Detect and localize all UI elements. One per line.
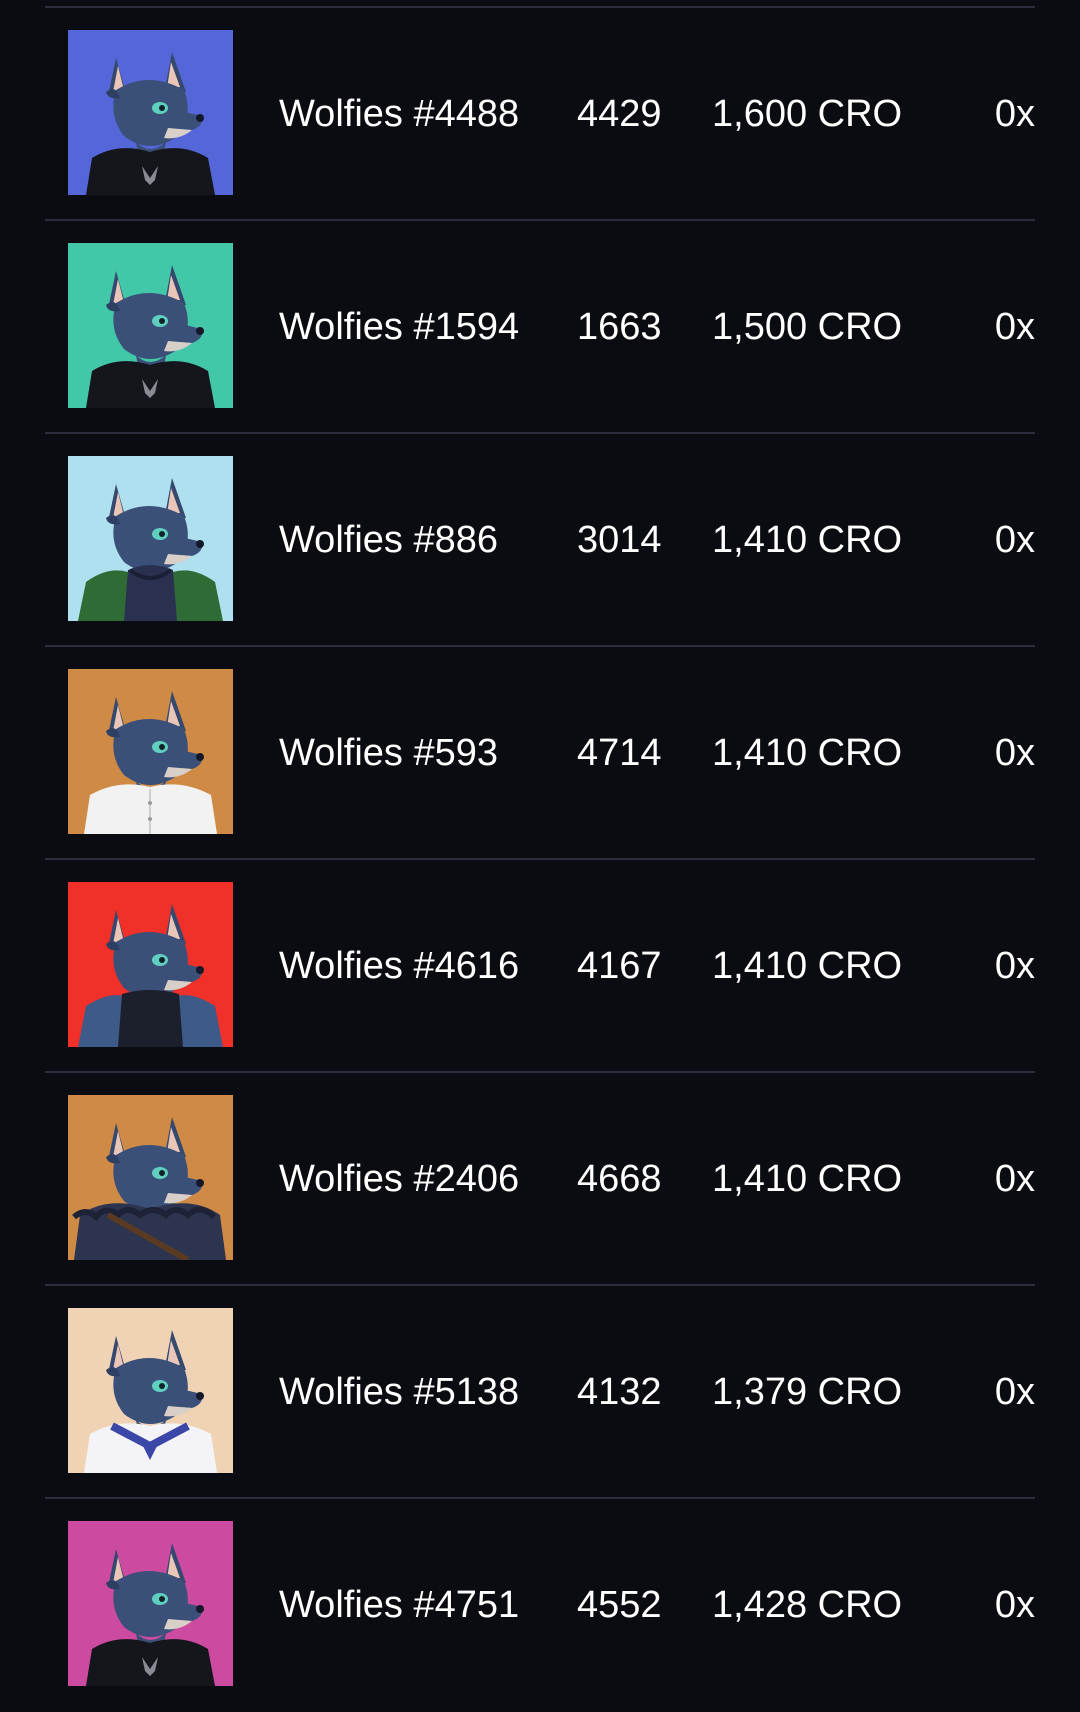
listing-row[interactable]: Wolfies #593 4714 1,410 CRO 0x bbox=[45, 647, 1035, 860]
seller-address[interactable]: 0x bbox=[995, 518, 1035, 562]
nft-name: Wolfies #1594 bbox=[279, 306, 520, 348]
seller-address[interactable]: 0x bbox=[995, 944, 1035, 988]
nft-thumbnail[interactable] bbox=[68, 1521, 233, 1686]
listing-row[interactable]: Wolfies #1594 1663 1,500 CRO 0x bbox=[45, 221, 1035, 434]
nft-thumbnail[interactable] bbox=[68, 456, 233, 621]
listing-row[interactable]: Wolfies #886 3014 1,410 CRO 0x bbox=[45, 434, 1035, 647]
nft-rank: 4714 bbox=[577, 732, 662, 774]
seller-address[interactable]: 0x bbox=[995, 92, 1035, 136]
nft-rank: 4552 bbox=[577, 1584, 662, 1626]
nft-thumbnail[interactable] bbox=[68, 669, 233, 834]
nft-thumbnail[interactable] bbox=[68, 1308, 233, 1473]
listing-row[interactable]: Wolfies #2406 4668 1,410 CRO 0x bbox=[45, 1073, 1035, 1286]
listing-row[interactable]: Wolfies #5138 4132 1,379 CRO 0x bbox=[45, 1286, 1035, 1499]
nft-rank: 4132 bbox=[577, 1371, 662, 1413]
nft-thumbnail[interactable] bbox=[68, 243, 233, 408]
nft-thumbnail[interactable] bbox=[68, 1095, 233, 1260]
nft-name: Wolfies #4751 bbox=[279, 1584, 520, 1626]
nft-rank: 3014 bbox=[577, 519, 662, 561]
nft-name: Wolfies #593 bbox=[279, 732, 498, 774]
seller-address[interactable]: 0x bbox=[995, 1370, 1035, 1414]
nft-name: Wolfies #4488 bbox=[279, 93, 520, 135]
nft-price: 1,410 CRO bbox=[712, 945, 903, 987]
nft-rank: 4167 bbox=[577, 945, 662, 987]
nft-rank: 4668 bbox=[577, 1158, 662, 1200]
nft-name: Wolfies #5138 bbox=[279, 1371, 520, 1413]
nft-thumbnail[interactable] bbox=[68, 30, 233, 195]
seller-address[interactable]: 0x bbox=[995, 731, 1035, 775]
nft-listing-list: Wolfies #4488 4429 1,600 CRO 0x Wolfies … bbox=[0, 0, 1080, 1705]
nft-thumbnail[interactable] bbox=[68, 882, 233, 1047]
nft-price: 1,410 CRO bbox=[712, 1158, 903, 1200]
listing-row[interactable]: Wolfies #4751 4552 1,428 CRO 0x bbox=[45, 1499, 1035, 1712]
nft-price: 1,410 CRO bbox=[712, 519, 903, 561]
nft-price: 1,379 CRO bbox=[712, 1371, 903, 1413]
listing-row[interactable]: Wolfies #4616 4167 1,410 CRO 0x bbox=[45, 860, 1035, 1073]
nft-name: Wolfies #886 bbox=[279, 519, 498, 561]
nft-name: Wolfies #4616 bbox=[279, 945, 520, 987]
seller-address[interactable]: 0x bbox=[995, 1157, 1035, 1201]
nft-rank: 4429 bbox=[577, 93, 662, 135]
nft-name: Wolfies #2406 bbox=[279, 1158, 520, 1200]
nft-price: 1,600 CRO bbox=[712, 93, 903, 135]
nft-price: 1,428 CRO bbox=[712, 1584, 903, 1626]
listing-row[interactable]: Wolfies #4488 4429 1,600 CRO 0x bbox=[45, 8, 1035, 221]
nft-price: 1,410 CRO bbox=[712, 732, 903, 774]
nft-rank: 1663 bbox=[577, 306, 662, 348]
seller-address[interactable]: 0x bbox=[995, 1583, 1035, 1627]
seller-address[interactable]: 0x bbox=[995, 305, 1035, 349]
nft-price: 1,500 CRO bbox=[712, 306, 903, 348]
